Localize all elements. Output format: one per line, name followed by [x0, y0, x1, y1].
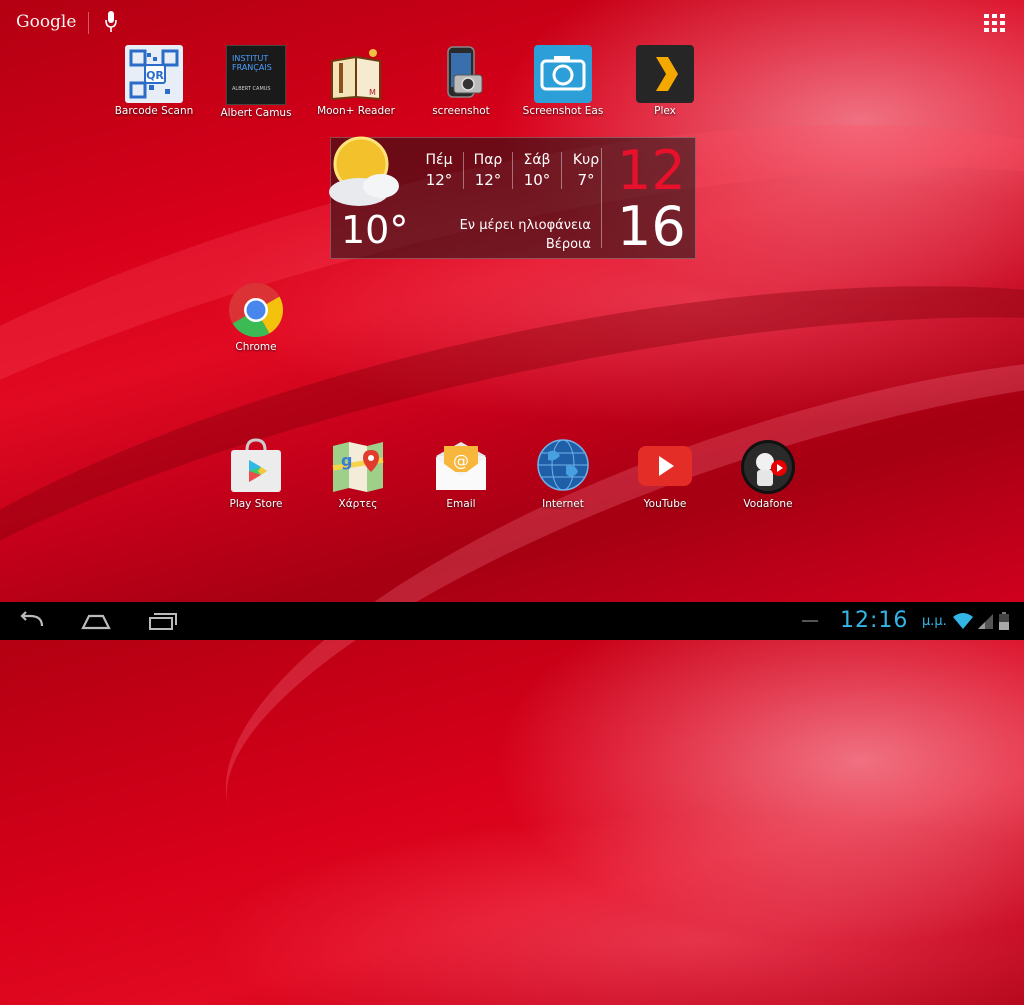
svg-text:M: M	[369, 88, 376, 97]
app-label: screenshot	[432, 105, 490, 117]
app-vodafone[interactable]: Vodafone	[718, 438, 818, 510]
app-screenshot[interactable]: screenshot	[411, 45, 511, 117]
app-chrome[interactable]: Chrome	[206, 281, 306, 353]
app-plex[interactable]: Plex	[615, 45, 715, 117]
forecast-day: Σάβ 10°	[513, 152, 562, 189]
wallpaper-swoosh	[0, 179, 1024, 941]
current-temperature: 10°	[341, 208, 409, 252]
notification-dash-icon[interactable]	[800, 612, 820, 630]
status-clock[interactable]: 12:16	[840, 608, 908, 633]
forecast-day-temp: 7°	[577, 171, 595, 189]
forecast-days: Πέμ 12° Παρ 12° Σάβ 10° Κυρ 7°	[415, 152, 610, 189]
back-icon[interactable]	[16, 610, 48, 632]
logo-text: INSTITUT	[232, 54, 269, 63]
app-label: YouTube	[643, 498, 687, 510]
maps-icon: g	[332, 442, 384, 492]
youtube-icon	[638, 446, 692, 486]
app-internet[interactable]: Internet	[513, 438, 613, 510]
app-label: Moon+ Reader	[317, 105, 395, 117]
battery-icon	[999, 612, 1009, 630]
forecast-day-name: Σάβ	[523, 152, 551, 168]
weather-clock-widget[interactable]: Πέμ 12° Παρ 12° Σάβ 10° Κυρ 7° 10° Εν μέ…	[329, 136, 696, 259]
svg-text:g: g	[341, 451, 352, 470]
app-albert-camus[interactable]: INSTITUT FRANÇAIS ALBERT CAMUS Albert Ca…	[206, 45, 306, 119]
search-divider	[88, 12, 89, 34]
widget-divider	[601, 148, 602, 248]
app-label: Internet	[542, 498, 584, 510]
app-label: Screenshot Eas	[522, 105, 604, 117]
app-label: Play Store	[229, 498, 283, 510]
app-label: Email	[446, 498, 476, 510]
logo-text: ALBERT CAMUS	[232, 86, 271, 92]
logo-text: FRANÇAIS	[232, 63, 272, 72]
svg-text:@: @	[453, 451, 469, 470]
signal-icon	[978, 614, 993, 629]
app-barcode-scanner[interactable]: QR Barcode Scann	[104, 45, 204, 117]
app-label: Chrome	[235, 341, 277, 353]
forecast-day-temp: 10°	[523, 171, 551, 189]
forecast-day-temp: 12°	[474, 171, 502, 189]
clock-hour: 12	[617, 139, 686, 202]
app-label: Barcode Scann	[114, 105, 194, 117]
forecast-day: Κυρ 7°	[562, 152, 610, 189]
chrome-icon	[229, 283, 283, 338]
app-label: Vodafone	[743, 498, 793, 510]
svg-text:QR: QR	[146, 69, 164, 82]
app-moon-reader[interactable]: M Moon+ Reader	[306, 45, 406, 117]
forecast-day: Παρ 12°	[464, 152, 513, 189]
camera-icon	[534, 45, 592, 103]
app-label: Χάρτες	[338, 498, 378, 510]
wallpaper-swoosh	[0, 5, 1024, 835]
forecast-day-temp: 12°	[425, 171, 453, 189]
recent-apps-icon[interactable]	[146, 610, 178, 632]
barcode-scanner-icon: QR	[125, 45, 183, 103]
weather-condition: Εν μέρει ηλιοφάνεια	[459, 218, 591, 233]
microphone-icon[interactable]	[104, 10, 118, 34]
all-apps-icon[interactable]	[984, 14, 1006, 32]
app-play-store[interactable]: Play Store	[206, 438, 306, 510]
app-screenshot-easy[interactable]: Screenshot Eas	[513, 45, 613, 117]
weather-city: Βέροια	[545, 237, 591, 252]
email-icon: @	[436, 442, 486, 490]
moon-reader-icon: M	[331, 49, 381, 101]
plex-icon	[636, 45, 694, 103]
app-youtube[interactable]: YouTube	[615, 438, 715, 510]
forecast-day-name: Πέμ	[425, 152, 453, 168]
home-icon[interactable]	[80, 610, 112, 632]
app-email[interactable]: @ Email	[411, 438, 511, 510]
screenshot-phone-icon	[447, 46, 483, 98]
status-ampm: μ.μ.	[922, 614, 947, 629]
app-label: Albert Camus	[220, 107, 292, 119]
clock-minute: 16	[617, 195, 686, 258]
wifi-icon	[953, 613, 973, 629]
globe-icon	[537, 439, 589, 491]
app-label: Plex	[654, 105, 676, 117]
forecast-day-name: Παρ	[473, 152, 503, 168]
navigation-bar: 12:16 μ.μ.	[0, 602, 1024, 640]
play-store-icon	[231, 438, 281, 492]
vodafone-icon	[741, 440, 795, 494]
forecast-day: Πέμ 12°	[415, 152, 464, 189]
google-search-label[interactable]: Google	[16, 12, 76, 32]
app-maps[interactable]: g Χάρτες	[308, 438, 408, 510]
albert-camus-icon: INSTITUT FRANÇAIS ALBERT CAMUS	[226, 45, 286, 105]
forecast-day-name: Κυρ	[572, 152, 600, 168]
